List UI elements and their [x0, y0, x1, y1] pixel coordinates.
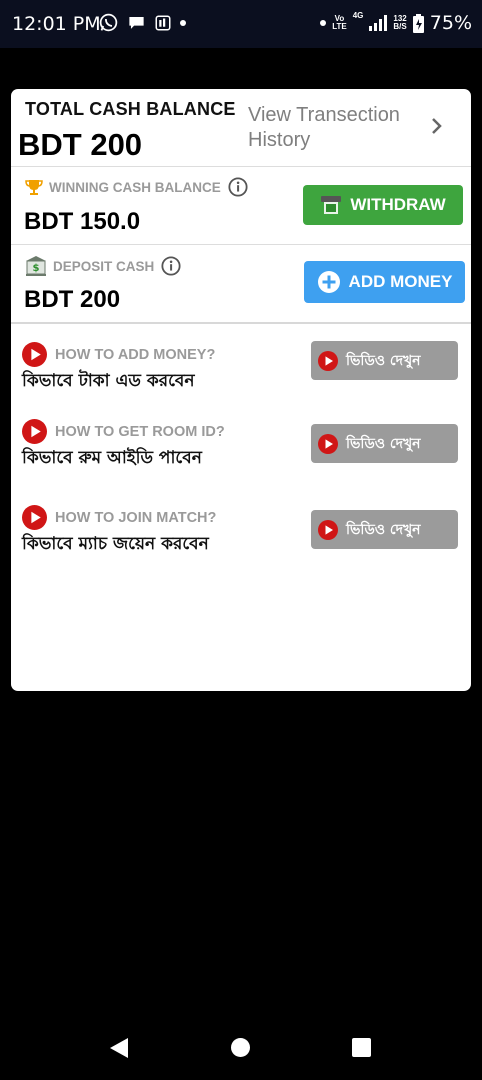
- withdraw-button[interactable]: WITHDRAW: [303, 185, 463, 225]
- wallet-card: TOTAL CASH BALANCE BDT 200 View Transect…: [11, 89, 471, 691]
- back-icon[interactable]: [108, 1037, 130, 1059]
- deposit-cash-value: BDT 200: [24, 286, 121, 313]
- info-icon[interactable]: [161, 256, 181, 276]
- play-icon: [318, 519, 338, 540]
- atm-icon: [321, 196, 342, 214]
- watch-video-label: ভিডিও দেখুন: [346, 521, 421, 538]
- chat-icon: [129, 16, 144, 29]
- total-balance-label: TOTAL CASH BALANCE: [25, 99, 236, 119]
- winning-balance-value: BDT 150.0: [24, 208, 141, 235]
- watch-video-button[interactable]: ভিডিও দেখুন: [311, 510, 458, 549]
- navigation-bar: [0, 1010, 482, 1080]
- trophy-icon: [25, 179, 43, 195]
- howto-question: HOW TO GET ROOM ID?: [55, 423, 225, 440]
- view-history-text: View Transection History: [248, 104, 400, 151]
- watch-video-label: ভিডিও দেখুন: [346, 435, 421, 452]
- winning-balance-label: WINNING CASH BALANCE: [49, 179, 221, 195]
- winning-balance-section: WINNING CASH BALANCE BDT 150.0 WITHDRAW: [11, 167, 471, 245]
- signal-icon: [369, 15, 388, 31]
- whatsapp-icon: [99, 13, 118, 32]
- howto-bangla-text: কিভাবে রুম আইডি পাবেন: [22, 448, 202, 468]
- total-balance-value: BDT 200: [18, 127, 143, 162]
- add-money-label: ADD MONEY: [348, 272, 453, 291]
- dot-icon: [320, 20, 327, 26]
- play-icon: [318, 433, 338, 454]
- speed-indicator: 132 B/S: [393, 14, 407, 31]
- deposit-cash-label: DEPOSIT CASH: [53, 258, 155, 274]
- svg-text:$: $: [33, 263, 40, 274]
- play-icon: [22, 505, 47, 530]
- plus-circle-icon: [317, 271, 340, 293]
- info-icon[interactable]: [228, 177, 248, 197]
- view-history-link[interactable]: View Transection History: [248, 103, 458, 155]
- howto-bangla-text: কিভাবে টাকা এড করবেন: [22, 371, 195, 391]
- howto-get-room-id: HOW TO GET ROOM ID? কিভাবে রুম আইডি পাবে…: [11, 419, 471, 481]
- recent-apps-icon[interactable]: [352, 1038, 371, 1057]
- notification-icon: [155, 15, 171, 30]
- volte-indicator: Vo LTE: [332, 14, 347, 31]
- watch-video-button[interactable]: ভিডিও দেখুন: [311, 424, 458, 463]
- more-dot-icon: [180, 19, 186, 26]
- battery-percent: 75%: [429, 12, 472, 34]
- watch-video-label: ভিডিও দেখুন: [346, 352, 421, 369]
- network-type: 4G: [352, 11, 364, 20]
- total-balance-section: TOTAL CASH BALANCE BDT 200 View Transect…: [11, 89, 471, 167]
- play-icon: [318, 350, 338, 371]
- bank-icon: $: [26, 256, 46, 276]
- howto-question: HOW TO ADD MONEY?: [55, 346, 216, 363]
- add-money-button[interactable]: ADD MONEY: [304, 261, 465, 303]
- home-icon[interactable]: [231, 1038, 250, 1057]
- chevron-right-icon: [430, 115, 444, 143]
- play-icon: [22, 342, 47, 367]
- howto-add-money: HOW TO ADD MONEY? কিভাবে টাকা এড করবেন ভ…: [11, 341, 471, 404]
- status-bar: 12:01 PM Vo LTE 4G 132 B/S 75%: [0, 0, 482, 48]
- howto-join-match: HOW TO JOIN MATCH? কিভাবে ম্যাচ জয়েন কর…: [11, 505, 471, 567]
- watch-video-button[interactable]: ভিডিও দেখুন: [311, 341, 458, 380]
- howto-question: HOW TO JOIN MATCH?: [55, 509, 217, 526]
- withdraw-label: WITHDRAW: [350, 195, 446, 214]
- deposit-balance-section: $ DEPOSIT CASH BDT 200 ADD MONEY: [11, 245, 471, 324]
- howto-bangla-text: কিভাবে ম্যাচ জয়েন করবেন: [22, 534, 209, 554]
- battery-icon: [412, 13, 424, 33]
- play-icon: [22, 419, 47, 444]
- status-time: 12:01 PM: [12, 13, 101, 35]
